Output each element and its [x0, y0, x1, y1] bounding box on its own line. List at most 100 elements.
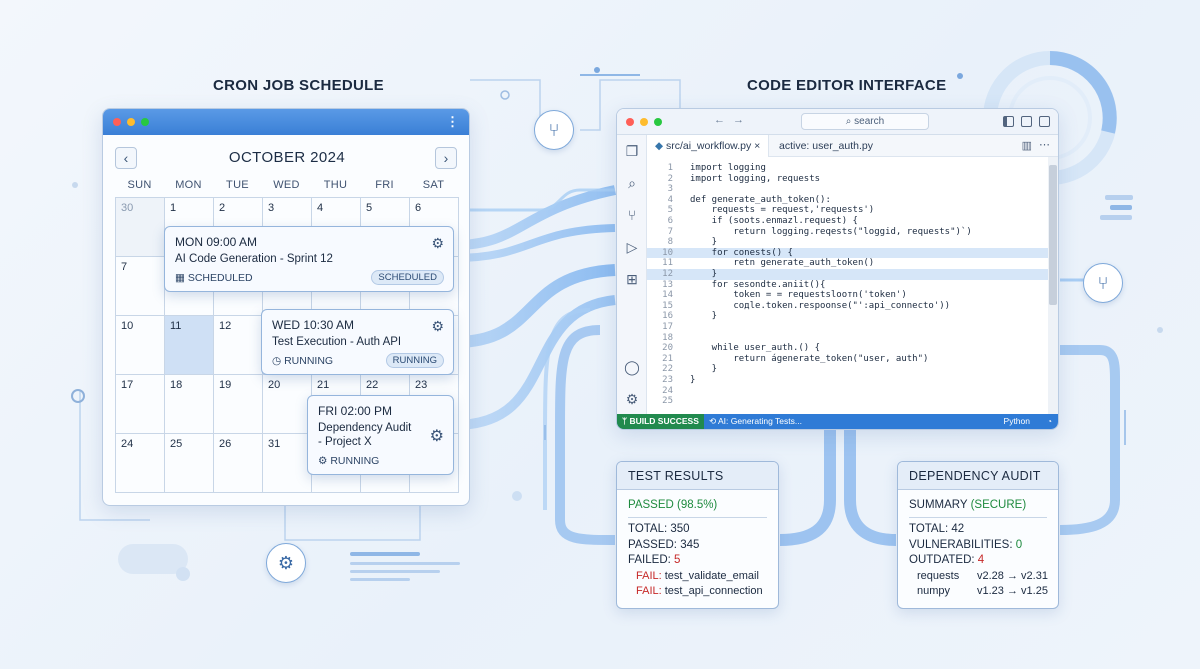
calendar-day-cell[interactable]: 19 [214, 375, 263, 434]
event-card-ai-code-generation[interactable]: MON 09:00 AM AI Code Generation - Sprint… [164, 226, 454, 292]
calendar-day-cell[interactable]: 10 [116, 316, 165, 375]
code-line[interactable]: 14 token = = requestsloотn('token') [647, 290, 1050, 301]
code-line[interactable]: 1 import logging [647, 163, 1050, 174]
code-editor-window: ← → ⌕ search ❐ ⌕ ⑂ ▷ ⊞ ◯ ⚙ ◆ src/ai_work… [616, 108, 1059, 430]
status-badge: SCHEDULED [371, 270, 444, 285]
code-line[interactable]: 25 [647, 396, 1050, 407]
gear-icon[interactable]: ⚙ [431, 235, 444, 252]
extensions-icon[interactable]: ⊞ [624, 271, 640, 287]
calendar-day-cell[interactable]: 25 [165, 434, 214, 493]
code-line[interactable]: 11 retn generate_auth_token() [647, 258, 1050, 269]
back-arrow-icon[interactable]: ← [714, 114, 725, 126]
calendar-day-cell[interactable]: 17 [116, 375, 165, 434]
event-card-test-execution[interactable]: WED 10:30 AM Test Execution - Auth API ⚙… [261, 309, 454, 375]
explorer-icon[interactable]: ❐ [624, 143, 640, 159]
calendar-day-cell[interactable]: 20 [263, 375, 312, 434]
event-card-dependency-audit[interactable]: FRI 02:00 PM Dependency Audit - Project … [307, 395, 454, 475]
gear-icon[interactable]: ⚙ [431, 318, 444, 335]
code-line[interactable]: 2 import logging, requests [647, 174, 1050, 185]
toggle-sidebar-icon[interactable] [1003, 116, 1014, 127]
minimize-dot[interactable] [640, 118, 648, 126]
code-line[interactable]: 16 } [647, 311, 1050, 322]
code-line[interactable]: 6 if (soots.enmazl.request) { [647, 216, 1050, 227]
ai-status[interactable]: ⟲ AI: Generating Tests... [709, 414, 802, 429]
failed-test-item[interactable]: FAIL: test_api_connection [636, 585, 763, 597]
code-line[interactable]: 5 requests = request,'requests') [647, 205, 1050, 216]
calendar-day-cell[interactable]: 26 [214, 434, 263, 493]
minimize-dot[interactable] [127, 118, 135, 126]
code-line[interactable]: 15 coдle.token.respoonse("':api_connecto… [647, 301, 1050, 312]
more-actions-icon[interactable]: ⋯ [1039, 138, 1050, 151]
dow-fri: FRI [375, 179, 394, 191]
close-dot[interactable] [626, 118, 634, 126]
editor-scrollbar[interactable] [1048, 157, 1058, 416]
code-line[interactable]: 18 [647, 333, 1050, 344]
settings-icon[interactable]: ⚙ [624, 391, 640, 407]
toggle-panel-icon[interactable] [1021, 116, 1032, 127]
scrollbar-thumb[interactable] [1049, 165, 1057, 305]
bell-icon[interactable]: ◔ [1047, 414, 1052, 429]
tab-user-auth[interactable]: active: user_auth.py [771, 135, 881, 157]
code-text: } [690, 269, 718, 279]
line-number: 22 [662, 364, 673, 375]
code-line[interactable]: 20 while user_auth.() { [647, 343, 1050, 354]
calendar-day-cell[interactable]: 18 [165, 375, 214, 434]
code-line[interactable]: 21 return ágenerate_token("user, auth") [647, 354, 1050, 365]
settings-gear-icon[interactable]: ⚙ [266, 543, 306, 583]
build-status[interactable]: ᛘ BUILD SUCCESS [617, 414, 704, 429]
code-line[interactable]: 8 } [647, 237, 1050, 248]
line-number: 1 [667, 163, 673, 173]
code-line[interactable]: 4 def generate_auth_token(): [647, 195, 1050, 206]
code-text: token = = requestsloотn('token') [690, 290, 907, 301]
summary-line: SUMMARY (SECURE) [909, 499, 1027, 511]
git-branch-icon[interactable]: ⑂ [534, 110, 574, 150]
close-dot[interactable] [113, 118, 121, 126]
git-branch-icon-right[interactable]: ⑂ [1083, 263, 1123, 303]
source-control-icon[interactable]: ⑂ [624, 207, 640, 223]
tab-ai-workflow[interactable]: ◆ src/ai_workflow.py × [647, 135, 770, 157]
code-line[interactable]: 7 return logging.reqests("loggid, reques… [647, 227, 1050, 238]
language-mode[interactable]: Python [1004, 414, 1030, 429]
total-count: TOTAL: 42 [909, 523, 965, 535]
calendar-day-cell[interactable]: 11 [165, 316, 214, 375]
failed-test-item[interactable]: FAIL: test_validate_email [636, 570, 759, 582]
total-count: TOTAL: 350 [628, 523, 690, 535]
more-menu-icon[interactable]: ⋮ [446, 114, 459, 130]
split-editor-icon[interactable]: ▥ [1022, 139, 1032, 152]
code-line[interactable]: 12 } [647, 269, 1050, 280]
dow-thu: THU [323, 179, 348, 191]
split-layout-icon[interactable] [1039, 116, 1050, 127]
calendar-day-cell[interactable]: 30 [116, 198, 165, 257]
code-line[interactable]: 24 [647, 386, 1050, 397]
gears-icon[interactable]: ⚙ [430, 426, 444, 446]
calendar-day-cell[interactable]: 12 [214, 316, 263, 375]
line-number: 13 [662, 279, 673, 290]
maximize-dot[interactable] [654, 118, 662, 126]
calendar-day-cell[interactable]: 7 [116, 257, 165, 316]
divider [628, 517, 767, 518]
code-line[interactable]: 17 [647, 322, 1050, 333]
code-text: return logging.reqests("loggid, requests… [690, 226, 972, 237]
code-line[interactable]: 23} [647, 375, 1050, 386]
calendar-day-cell[interactable]: 24 [116, 434, 165, 493]
code-line[interactable]: 3 [647, 184, 1050, 195]
search-icon[interactable]: ⌕ [624, 175, 640, 191]
forward-arrow-icon[interactable]: → [733, 114, 744, 126]
code-line[interactable]: 10 for conests() { [647, 247, 1050, 259]
code-area[interactable]: 1 import logging 2 import logging, requests… [647, 157, 1050, 416]
account-icon[interactable]: ◯ [624, 359, 640, 375]
code-text: if (soots.enmazl.request) { [690, 216, 858, 226]
code-line[interactable]: 13 for sesondte.aniit(){ [647, 280, 1050, 291]
search-input[interactable]: ⌕ search [801, 113, 929, 130]
next-month-button[interactable]: › [435, 147, 457, 169]
calendar-day-cell[interactable]: 31 [263, 434, 312, 493]
code-line[interactable]: 22 } [647, 364, 1050, 375]
maximize-dot[interactable] [141, 118, 149, 126]
line-number: 11 [662, 258, 673, 269]
line-number: 12 [662, 269, 673, 279]
failed-count: FAILED: 5 [628, 554, 681, 566]
run-debug-icon[interactable]: ▷ [624, 239, 640, 255]
code-text: return ágenerate_token("user, auth") [690, 353, 929, 364]
line-number: 5 [667, 205, 673, 216]
clock-icon: ◷ [272, 355, 282, 367]
